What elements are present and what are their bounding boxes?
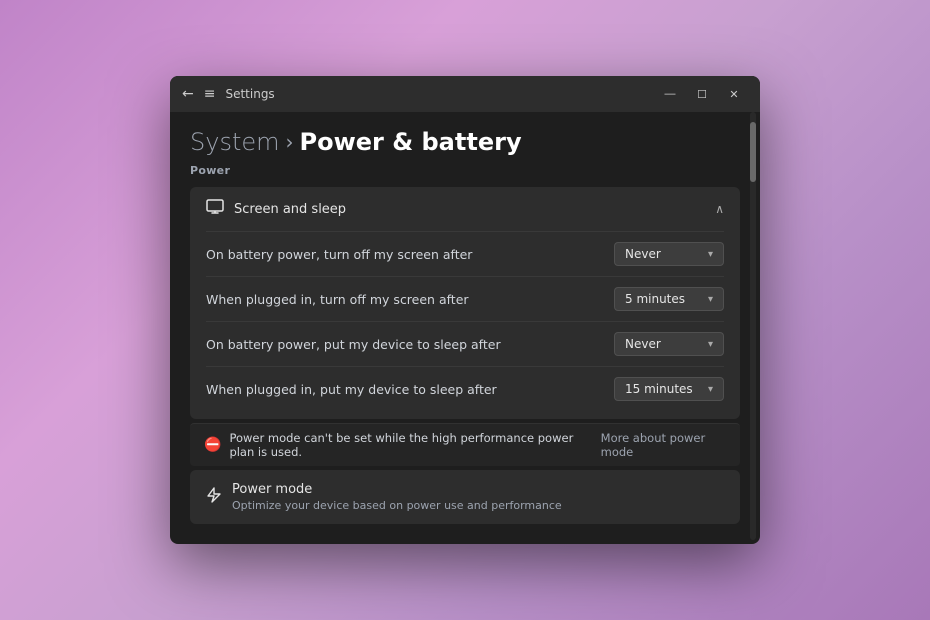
power-mode-title: Power mode bbox=[232, 482, 562, 497]
battery-sleep-dropdown[interactable]: Never ▾ bbox=[614, 332, 724, 356]
dropdown-arrow-icon: ▾ bbox=[708, 249, 713, 260]
screen-sleep-label: Screen and sleep bbox=[234, 202, 346, 217]
plugged-screen-value: 5 minutes bbox=[625, 292, 685, 306]
section-header-left: Screen and sleep bbox=[206, 199, 346, 219]
more-about-power-mode-link[interactable]: More about power mode bbox=[601, 431, 726, 459]
row-label-4: When plugged in, put my device to sleep … bbox=[206, 382, 497, 397]
warning-bar: ⛔ Power mode can't be set while the high… bbox=[190, 423, 740, 466]
title-bar-left: ← ≡ Settings bbox=[182, 86, 275, 102]
battery-sleep-value: Never bbox=[625, 337, 661, 351]
scrollbar-thumb[interactable] bbox=[750, 122, 756, 182]
warning-message: Power mode can't be set while the high p… bbox=[229, 431, 600, 459]
minimize-button[interactable]: — bbox=[656, 84, 684, 104]
screen-sleep-rows: On battery power, turn off my screen aft… bbox=[190, 231, 740, 419]
breadcrumb: System › Power & battery bbox=[190, 128, 740, 156]
breadcrumb-system[interactable]: System bbox=[190, 128, 280, 156]
row-label-1: On battery power, turn off my screen aft… bbox=[206, 247, 472, 262]
table-row: On battery power, put my device to sleep… bbox=[206, 321, 724, 366]
monitor-icon bbox=[206, 199, 224, 219]
maximize-button[interactable]: ☐ bbox=[688, 84, 716, 104]
breadcrumb-separator: › bbox=[286, 130, 294, 154]
settings-window: ← ≡ Settings — ☐ ✕ System › Power & batt… bbox=[170, 76, 760, 544]
close-button[interactable]: ✕ bbox=[720, 84, 748, 104]
warning-left: ⛔ Power mode can't be set while the high… bbox=[204, 431, 601, 459]
section-label: Power bbox=[190, 164, 740, 177]
dropdown-arrow-icon: ▾ bbox=[708, 339, 713, 350]
chevron-up-icon: ∧ bbox=[715, 202, 724, 216]
table-row: When plugged in, put my device to sleep … bbox=[206, 366, 724, 411]
plugged-sleep-dropdown[interactable]: 15 minutes ▾ bbox=[614, 377, 724, 401]
window-title: Settings bbox=[225, 87, 274, 101]
dropdown-arrow-icon: ▾ bbox=[708, 384, 713, 395]
row-label-3: On battery power, put my device to sleep… bbox=[206, 337, 501, 352]
power-mode-row[interactable]: Power mode Optimize your device based on… bbox=[190, 470, 740, 524]
scrollbar-track[interactable] bbox=[750, 112, 756, 540]
warning-icon: ⛔ bbox=[204, 437, 221, 453]
breadcrumb-current: Power & battery bbox=[300, 128, 522, 156]
screen-sleep-header[interactable]: Screen and sleep ∧ bbox=[190, 187, 740, 231]
back-button[interactable]: ← bbox=[182, 86, 194, 102]
dropdown-arrow-icon: ▾ bbox=[708, 294, 713, 305]
hamburger-menu-button[interactable]: ≡ bbox=[204, 86, 216, 102]
window-controls: — ☐ ✕ bbox=[656, 84, 748, 104]
table-row: On battery power, turn off my screen aft… bbox=[206, 231, 724, 276]
content-area: System › Power & battery Power Screen an… bbox=[170, 112, 760, 544]
title-bar: ← ≡ Settings — ☐ ✕ bbox=[170, 76, 760, 112]
power-mode-subtitle: Optimize your device based on power use … bbox=[232, 499, 562, 512]
battery-screen-value: Never bbox=[625, 247, 661, 261]
battery-screen-dropdown[interactable]: Never ▾ bbox=[614, 242, 724, 266]
table-row: When plugged in, turn off my screen afte… bbox=[206, 276, 724, 321]
power-mode-icon bbox=[204, 486, 222, 508]
screen-sleep-section: Screen and sleep ∧ On battery power, tur… bbox=[190, 187, 740, 419]
plugged-sleep-value: 15 minutes bbox=[625, 382, 693, 396]
power-mode-text: Power mode Optimize your device based on… bbox=[232, 482, 562, 512]
row-label-2: When plugged in, turn off my screen afte… bbox=[206, 292, 469, 307]
plugged-screen-dropdown[interactable]: 5 minutes ▾ bbox=[614, 287, 724, 311]
